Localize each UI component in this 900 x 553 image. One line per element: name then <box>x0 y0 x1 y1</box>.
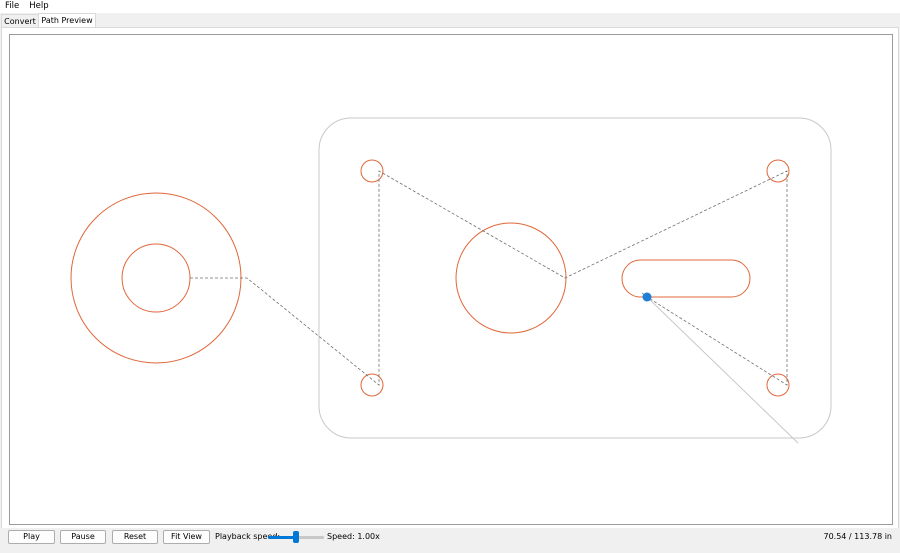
reset-button[interactable]: Reset <box>112 530 158 544</box>
travel-path <box>190 170 788 386</box>
menu-bar: File Help <box>0 0 900 13</box>
tool-direction-line <box>646 296 799 444</box>
fit-view-button[interactable]: Fit View <box>163 530 210 544</box>
play-button[interactable]: Play <box>8 530 55 544</box>
playback-toolbar: Play Pause Reset Fit View Playback speed… <box>0 528 900 548</box>
menu-help[interactable]: Help <box>24 0 53 13</box>
pause-button[interactable]: Pause <box>60 530 106 544</box>
hole-bottom-left <box>360 373 384 397</box>
travel-paths <box>190 170 788 386</box>
tool-position-marker <box>642 292 652 302</box>
stock-outline <box>318 117 832 439</box>
progress-readout: 70.54 / 113.78 in <box>823 532 892 541</box>
menu-file[interactable]: File <box>0 0 24 13</box>
path-preview-canvas[interactable] <box>9 34 893 525</box>
speed-value-label: Speed: 1.00x <box>327 532 380 541</box>
playback-speed-slider[interactable] <box>268 531 324 543</box>
tab-path-preview[interactable]: Path Preview <box>38 13 96 28</box>
hole-top-right <box>766 159 790 183</box>
cut-paths <box>70 159 790 397</box>
path-drawing <box>70 117 832 444</box>
center-circle <box>455 222 567 334</box>
tab-convert[interactable]: Convert <box>1 14 39 28</box>
tab-bar: Convert Path Preview <box>0 13 900 28</box>
inner-ring-circle <box>121 243 191 313</box>
slot-path <box>621 259 751 298</box>
preview-panel <box>1 27 899 529</box>
slider-thumb[interactable] <box>293 531 299 543</box>
hole-bottom-right <box>766 373 790 397</box>
slider-fill <box>268 536 296 539</box>
